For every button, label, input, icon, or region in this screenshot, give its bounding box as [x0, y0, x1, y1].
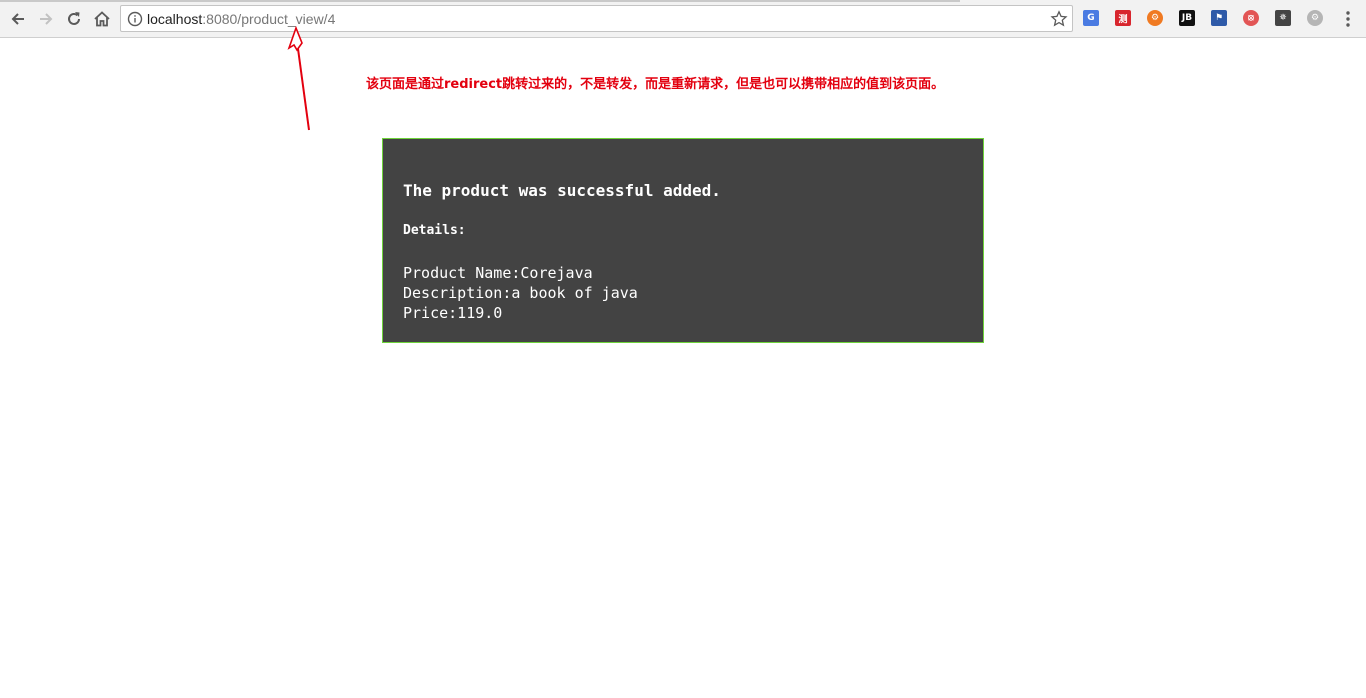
details-label: Details:	[403, 223, 466, 238]
reload-icon	[68, 12, 80, 25]
home-icon	[94, 11, 110, 27]
jetbrains-extension-icon[interactable]: JB	[1179, 10, 1195, 26]
annotation-text: 该页面是通过redirect跳转过来的，不是转发，而是重新请求，但是也可以携带相…	[366, 77, 945, 92]
success-heading: The product was successful added.	[403, 181, 721, 200]
annotation-arrow	[287, 26, 310, 131]
bug-extension-icon[interactable]: ✵	[1275, 10, 1291, 26]
details-list: Product Name:Corejava Description:a book…	[403, 263, 638, 323]
red-square-extension-icon[interactable]: 测	[1115, 10, 1131, 26]
menu-kebab-icon[interactable]	[1340, 10, 1356, 28]
url-text[interactable]: localhost:8080/product_view/4	[147, 11, 335, 27]
back-button[interactable]	[6, 7, 30, 31]
address-bar[interactable]: localhost:8080/product_view/4	[120, 5, 1073, 32]
back-icon	[11, 13, 24, 25]
description-line: Description:a book of java	[403, 284, 638, 302]
info-icon[interactable]	[127, 11, 143, 27]
browser-toolbar: localhost:8080/product_view/4 G 测 ⚙ JB ⚑ ⦻ ✵ ⚙	[0, 0, 1366, 38]
url-host: localhost	[147, 11, 203, 27]
blue-bookmark-extension-icon[interactable]: ⚑	[1211, 10, 1227, 26]
product-panel: The product was successful added. Detail…	[382, 138, 984, 343]
orange-circle-extension-icon[interactable]: ⚙	[1147, 10, 1163, 26]
red-circle-extension-icon[interactable]: ⦻	[1243, 10, 1259, 26]
product-name-line: Product Name:Corejava	[403, 264, 593, 282]
forward-button[interactable]	[34, 7, 58, 31]
price-line: Price:119.0	[403, 304, 503, 322]
reload-button[interactable]	[62, 7, 86, 31]
gray-gear-extension-icon[interactable]: ⚙	[1307, 10, 1323, 26]
bookmark-star-icon[interactable]	[1050, 10, 1068, 28]
home-button[interactable]	[90, 7, 114, 31]
url-path: :8080/product_view/4	[202, 11, 336, 27]
loading-bar	[0, 0, 960, 2]
google-translate-extension-icon[interactable]: G	[1083, 10, 1099, 26]
forward-icon	[40, 13, 53, 25]
